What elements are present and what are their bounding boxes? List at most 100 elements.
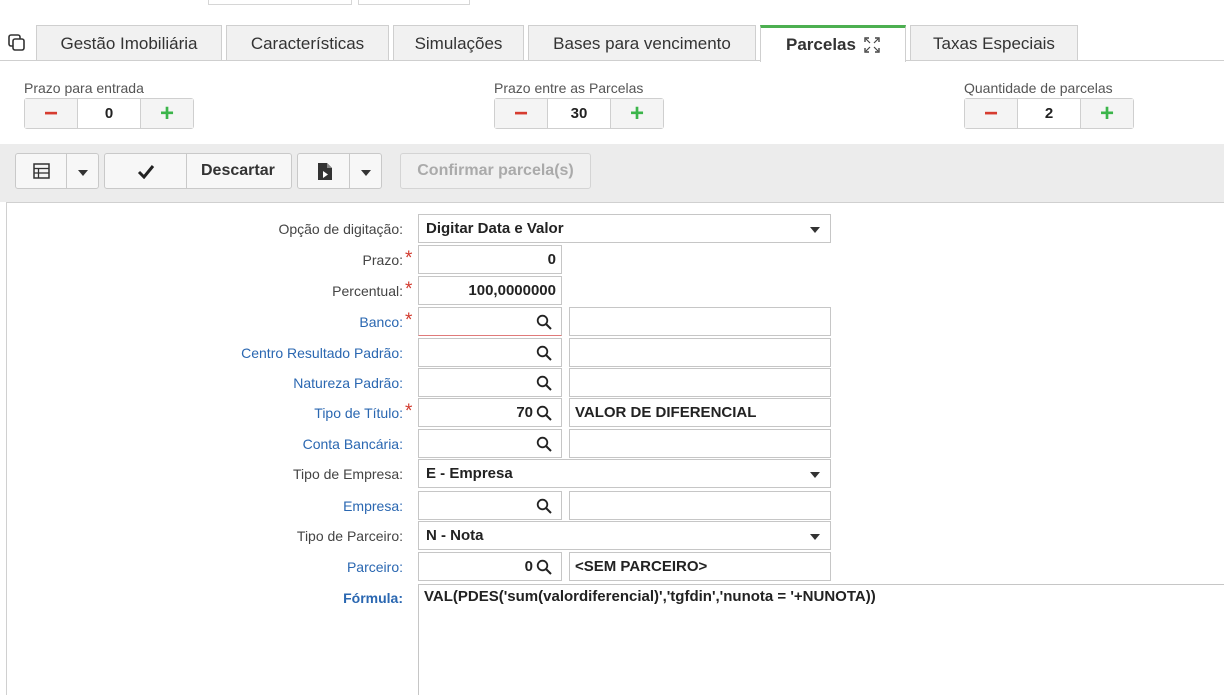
grid-view-button[interactable] bbox=[15, 153, 99, 189]
toolbar-separator bbox=[66, 154, 67, 188]
tab-label: Características bbox=[250, 33, 365, 53]
empresa-label[interactable]: Empresa: bbox=[343, 498, 403, 514]
top-stub-1 bbox=[208, 0, 352, 5]
parceiro-code-input[interactable]: 0 bbox=[418, 552, 562, 581]
prazo-label: Prazo: bbox=[362, 252, 403, 268]
tipotitulo-desc-input[interactable]: VALOR DE DIFERENCIAL bbox=[569, 398, 831, 427]
centro-row: Centro Resultado Padrão: bbox=[0, 338, 1224, 367]
conta-row: Conta Bancária: bbox=[0, 429, 1224, 458]
tipotitulo-code-input[interactable]: 70 bbox=[418, 398, 562, 427]
required-icon: * bbox=[405, 248, 413, 269]
search-icon[interactable] bbox=[536, 436, 552, 452]
toolbar: Descartar Confirmar parcela(s) bbox=[0, 144, 1224, 202]
decrement-button[interactable]: − bbox=[965, 99, 1018, 128]
toolbar-separator bbox=[349, 154, 350, 188]
prazo-entre-group: Prazo entre as Parcelas − 30 + bbox=[494, 80, 664, 129]
search-icon[interactable] bbox=[536, 405, 552, 421]
tab-label: Parcelas bbox=[786, 35, 856, 54]
tab-caracteristicas[interactable]: Características bbox=[226, 25, 389, 61]
search-icon[interactable] bbox=[536, 345, 552, 361]
increment-button[interactable]: + bbox=[610, 99, 663, 128]
tipotitulo-row: Tipo de Título: * 70 VALOR DE DIFERENCIA… bbox=[0, 398, 1224, 427]
toolbar-separator bbox=[186, 154, 187, 188]
banco-code-input[interactable] bbox=[418, 307, 562, 336]
natureza-desc-input[interactable] bbox=[569, 368, 831, 397]
search-icon[interactable] bbox=[536, 498, 552, 514]
banco-label[interactable]: Banco: bbox=[359, 314, 403, 330]
opcao-label: Opção de digitação: bbox=[278, 221, 403, 237]
percentual-row: Percentual: * 100,0000000 bbox=[0, 276, 1224, 305]
required-icon: * bbox=[405, 310, 413, 331]
decrement-button[interactable]: − bbox=[25, 99, 78, 128]
tipoparceiro-select[interactable]: N - Nota bbox=[418, 521, 831, 550]
banco-row: Banco: * bbox=[0, 307, 1224, 336]
tipoempresa-select[interactable]: E - Empresa bbox=[418, 459, 831, 488]
prazo-row: Prazo: * 0 bbox=[0, 245, 1224, 274]
tab-divider bbox=[0, 60, 1224, 61]
search-icon[interactable] bbox=[536, 559, 552, 575]
chevron-down-icon[interactable] bbox=[78, 170, 88, 176]
prazo-entre-label: Prazo entre as Parcelas bbox=[494, 80, 644, 96]
conta-code-input[interactable] bbox=[418, 429, 562, 458]
natureza-row: Natureza Padrão: bbox=[0, 368, 1224, 397]
tab-bases-vencimento[interactable]: Bases para vencimento bbox=[528, 25, 756, 61]
parceiro-desc-input[interactable]: <SEM PARCEIRO> bbox=[569, 552, 831, 581]
tab-simulacoes[interactable]: Simulações bbox=[393, 25, 524, 61]
save-button[interactable]: Descartar bbox=[104, 153, 292, 189]
quantidade-group: Quantidade de parcelas − 2 + bbox=[964, 80, 1134, 129]
tab-taxas-especiais[interactable]: Taxas Especiais bbox=[910, 25, 1078, 61]
export-button[interactable] bbox=[297, 153, 382, 189]
chevron-down-icon[interactable] bbox=[361, 170, 371, 176]
parceiro-code: 0 bbox=[524, 558, 533, 575]
tab-label: Bases para vencimento bbox=[553, 33, 731, 53]
tipoparceiro-row: Tipo de Parceiro: N - Nota bbox=[0, 521, 1224, 550]
top-stub-2 bbox=[358, 0, 470, 5]
copy-icon[interactable] bbox=[8, 34, 26, 52]
percentual-label: Percentual: bbox=[332, 283, 403, 299]
form-border-top bbox=[6, 202, 1224, 203]
search-icon[interactable] bbox=[536, 314, 552, 330]
increment-button[interactable]: + bbox=[1080, 99, 1133, 128]
quantidade-value[interactable]: 2 bbox=[1018, 99, 1080, 128]
empresa-code-input[interactable] bbox=[418, 491, 562, 520]
tab-gestao-imobiliaria[interactable]: Gestão Imobiliária bbox=[36, 25, 222, 61]
natureza-label[interactable]: Natureza Padrão: bbox=[293, 375, 403, 391]
formula-textarea[interactable]: VAL(PDES('sum(valordiferencial)','tgfdin… bbox=[418, 584, 1224, 695]
prazo-entrada-group: Prazo para entrada − 0 + bbox=[24, 80, 194, 129]
increment-button[interactable]: + bbox=[140, 99, 193, 128]
required-icon: * bbox=[405, 401, 413, 422]
prazo-entre-value[interactable]: 30 bbox=[548, 99, 610, 128]
natureza-code-input[interactable] bbox=[418, 368, 562, 397]
centro-code-input[interactable] bbox=[418, 338, 562, 367]
tab-label: Gestão Imobiliária bbox=[60, 33, 198, 53]
tipotitulo-label[interactable]: Tipo de Título: bbox=[314, 405, 403, 421]
conta-desc-input[interactable] bbox=[569, 429, 831, 458]
prazo-entrada-label: Prazo para entrada bbox=[24, 80, 144, 96]
empresa-desc-input[interactable] bbox=[569, 491, 831, 520]
prazo-input[interactable]: 0 bbox=[418, 245, 562, 274]
chevron-down-icon bbox=[810, 472, 820, 478]
centro-label[interactable]: Centro Resultado Padrão: bbox=[241, 345, 403, 361]
decrement-button[interactable]: − bbox=[495, 99, 548, 128]
centro-desc-input[interactable] bbox=[569, 338, 831, 367]
prazo-entrada-value[interactable]: 0 bbox=[78, 99, 140, 128]
expand-icon[interactable] bbox=[864, 37, 880, 53]
search-icon[interactable] bbox=[536, 375, 552, 391]
tab-parcelas[interactable]: Parcelas bbox=[760, 25, 906, 62]
percentual-input[interactable]: 100,0000000 bbox=[418, 276, 562, 305]
confirmar-parcelas-button[interactable]: Confirmar parcela(s) bbox=[400, 153, 591, 189]
file-export-icon bbox=[318, 163, 332, 180]
grid-icon bbox=[33, 163, 50, 179]
tab-label: Taxas Especiais bbox=[933, 33, 1055, 53]
parceiro-label[interactable]: Parceiro: bbox=[347, 559, 403, 575]
empresa-row: Empresa: bbox=[0, 491, 1224, 520]
descartar-button[interactable]: Descartar bbox=[201, 162, 275, 180]
banco-desc-input[interactable] bbox=[569, 307, 831, 336]
tipoempresa-value: E - Empresa bbox=[426, 465, 513, 482]
prazo-entrada-stepper: − 0 + bbox=[24, 98, 194, 129]
opcao-select[interactable]: Digitar Data e Valor bbox=[418, 214, 831, 243]
conta-label[interactable]: Conta Bancária: bbox=[303, 436, 403, 452]
quantidade-stepper: − 2 + bbox=[964, 98, 1134, 129]
formula-label[interactable]: Fórmula: bbox=[343, 590, 403, 606]
tipoparceiro-value: N - Nota bbox=[426, 527, 484, 544]
